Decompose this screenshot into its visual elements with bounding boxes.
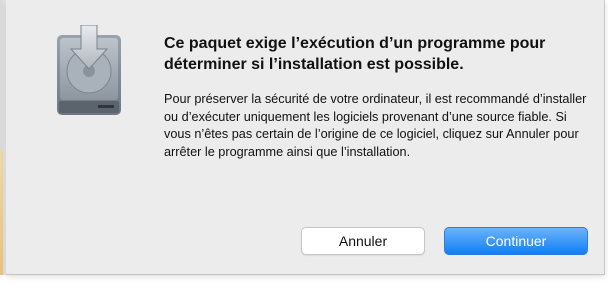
dialog-message: Pour préserver la sécurité de votre ordi… [164, 92, 587, 159]
dialog-title: Ce paquet exige l’exécution d’un program… [164, 35, 546, 73]
installer-disk-icon [57, 25, 121, 115]
background-window-accent [0, 150, 3, 285]
background-area [0, 275, 608, 285]
screen: Ce paquet exige l’exécution d’un program… [0, 0, 608, 285]
cancel-button[interactable]: Annuler [301, 227, 425, 255]
alert-dialog: Ce paquet exige l’exécution d’un program… [6, 0, 605, 275]
continue-button[interactable]: Continuer [444, 227, 588, 255]
